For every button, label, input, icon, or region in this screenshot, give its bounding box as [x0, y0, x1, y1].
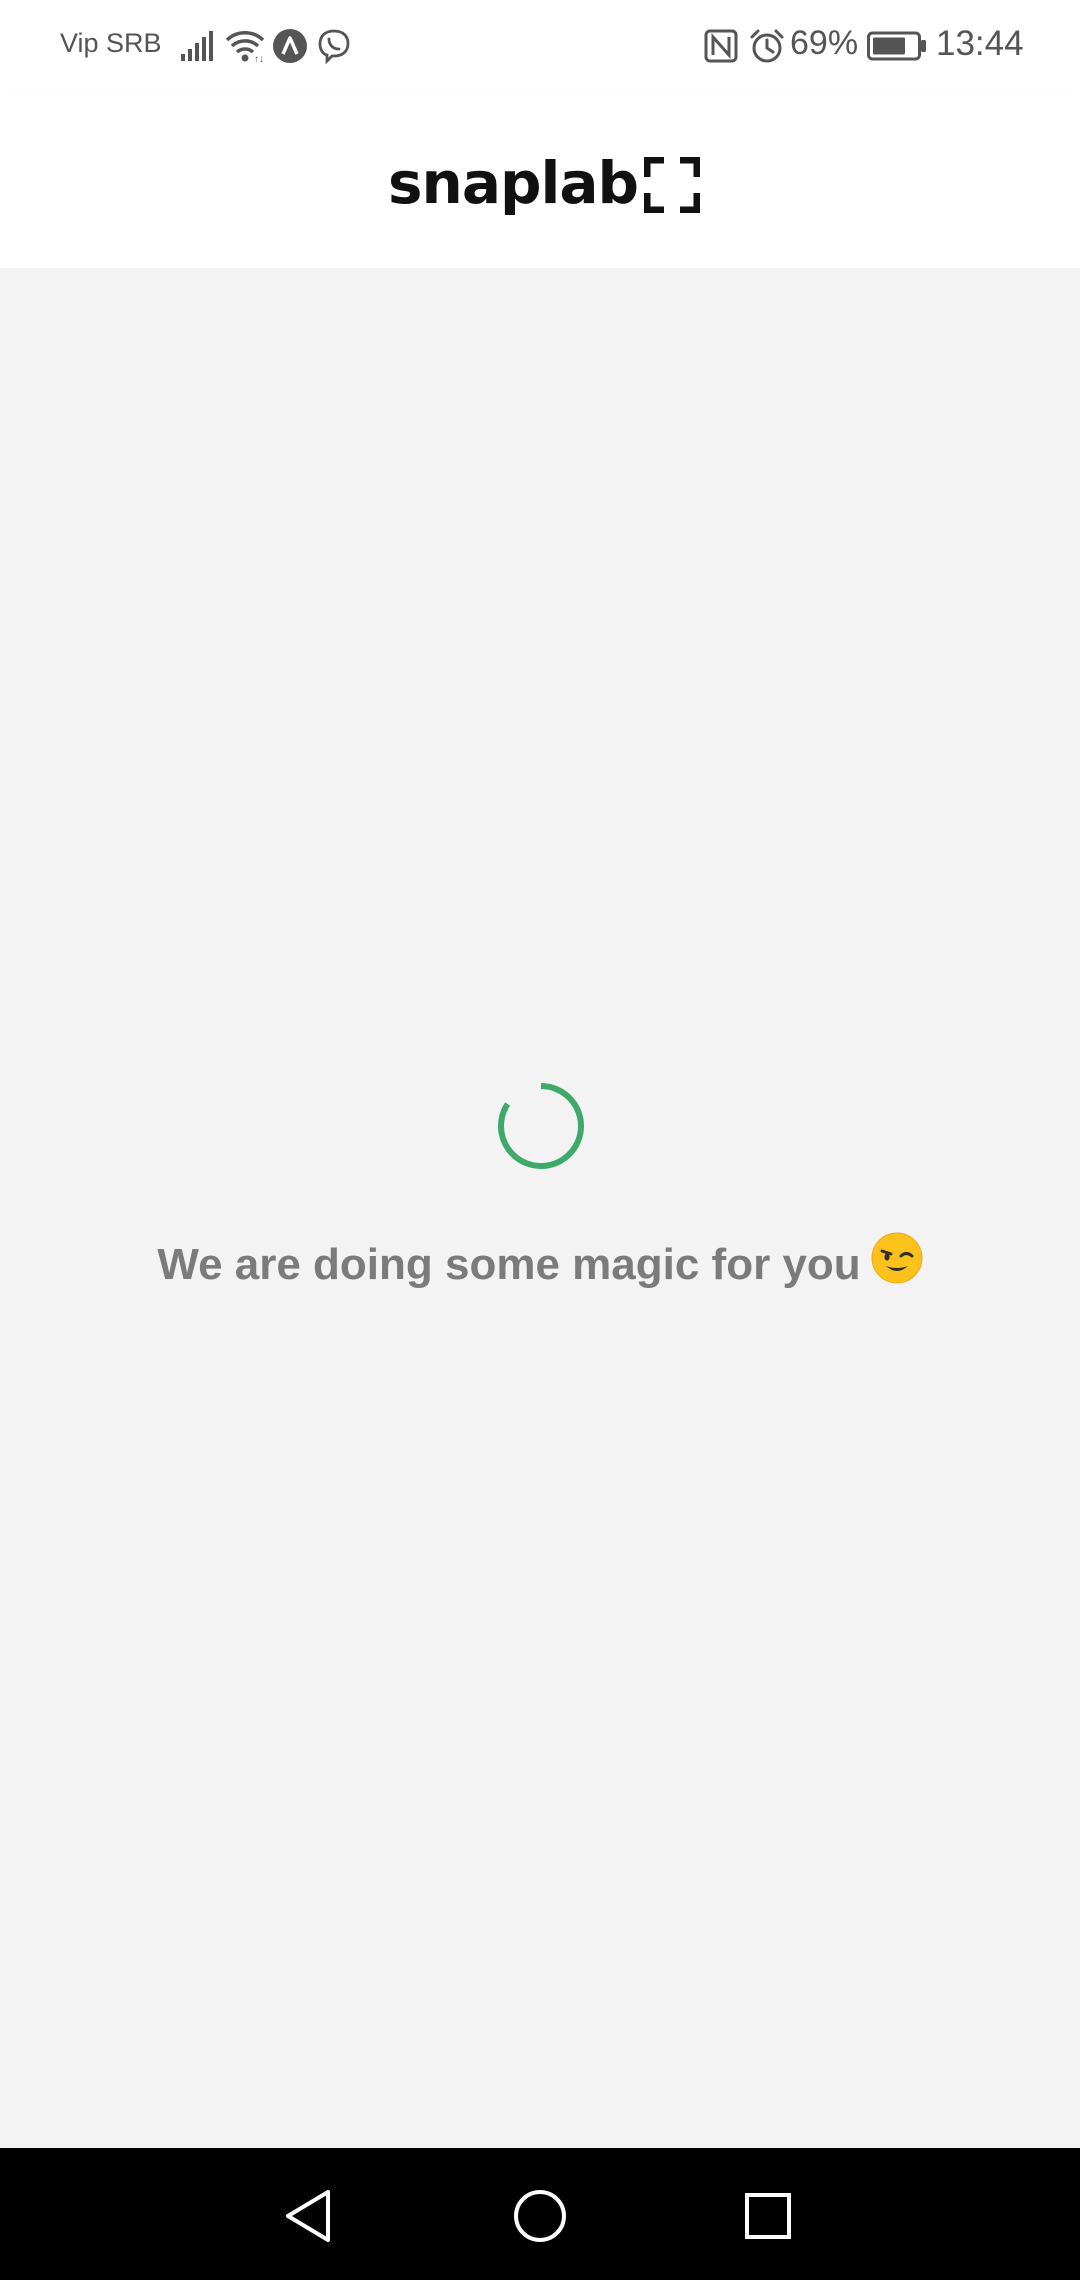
back-button[interactable]	[278, 2186, 338, 2246]
app-header: snaplab	[0, 92, 1080, 269]
loading-spinner	[498, 1083, 584, 1169]
clock: 13:44	[936, 24, 1024, 63]
navigation-bar	[0, 2148, 1080, 2280]
signal-icon	[178, 24, 218, 68]
wink-emoji-icon	[871, 1232, 923, 1295]
home-circle-icon	[514, 2190, 566, 2242]
battery-percent: 69%	[790, 24, 859, 62]
loading-message-text: We are doing some magic for you	[157, 1240, 861, 1290]
main-content: We are doing some magic for you	[0, 268, 1080, 2148]
svg-text:↑↓: ↑↓	[254, 54, 264, 63]
alarm-icon	[748, 24, 786, 68]
recents-square-icon	[745, 2193, 791, 2239]
nfc-icon	[702, 24, 740, 68]
wifi-icon: ↑↓	[224, 24, 266, 68]
recents-button[interactable]	[738, 2186, 798, 2246]
back-triangle-icon	[286, 2190, 330, 2242]
screen: Vip SRB ↑↓ 69% 13:44 snaplab We are doin…	[0, 0, 1080, 2280]
snaplab-logo: snaplab	[388, 148, 701, 218]
viber-icon	[314, 24, 354, 68]
status-bar: Vip SRB ↑↓ 69% 13:44	[0, 0, 1080, 92]
logo-text: snaplab	[388, 149, 639, 217]
app-notification-icon	[270, 24, 310, 68]
loading-message: We are doing some magic for you	[0, 1232, 1080, 1299]
carrier-name: Vip SRB	[60, 28, 162, 58]
home-button[interactable]	[510, 2186, 570, 2246]
logo-frame-icon	[644, 157, 701, 213]
battery-icon	[866, 24, 928, 68]
